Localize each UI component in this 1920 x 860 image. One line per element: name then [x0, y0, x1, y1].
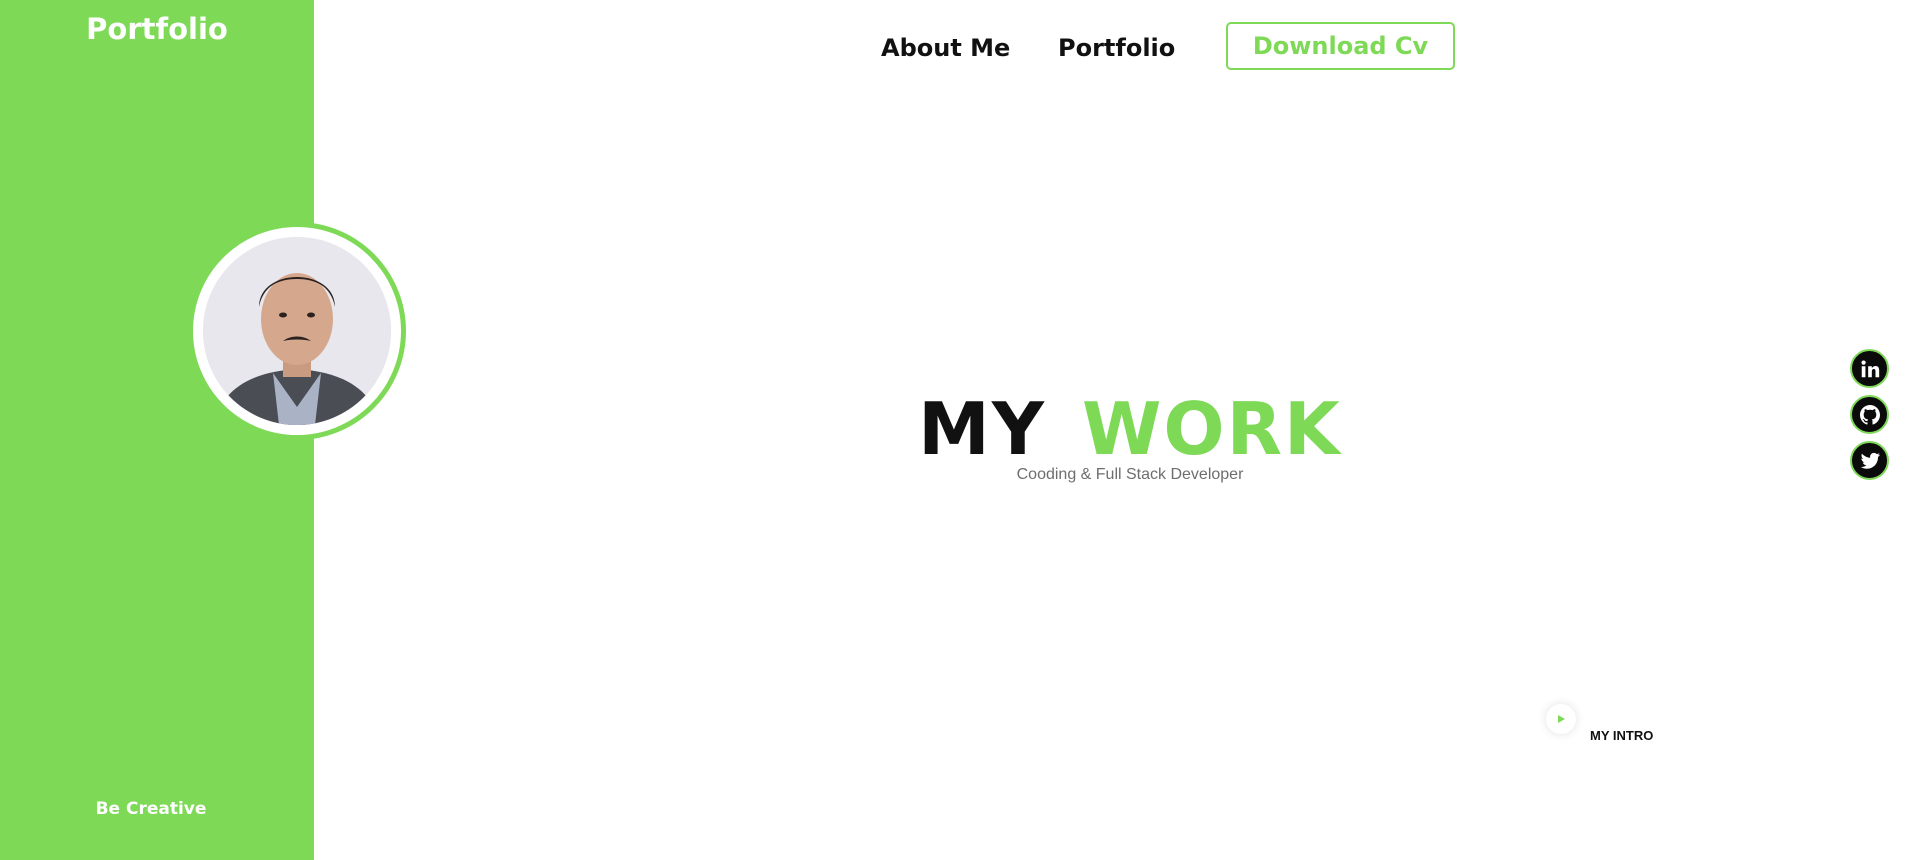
nav-about-me[interactable]: About Me	[881, 34, 1010, 62]
profile-avatar-frame	[188, 222, 406, 440]
github-icon[interactable]	[1850, 395, 1889, 434]
linkedin-icon[interactable]	[1850, 349, 1889, 388]
nav-portfolio[interactable]: Portfolio	[1058, 34, 1175, 62]
page: Portfolio Be Creative About Me Portfolio…	[0, 0, 1920, 860]
profile-avatar	[203, 237, 391, 425]
hero: MY WORK Cooding & Full Stack Developer	[900, 384, 1360, 484]
social-links	[1850, 349, 1890, 487]
tagline: Be Creative	[95, 799, 207, 819]
hero-title: MY WORK	[900, 384, 1360, 474]
hero-title-word-1: MY	[918, 387, 1046, 471]
download-cv-button[interactable]: Download Cv	[1226, 22, 1455, 70]
hero-title-word-2: WORK	[1081, 387, 1342, 471]
play-icon[interactable]	[1546, 704, 1576, 734]
my-intro-label[interactable]: MY INTRO	[1590, 728, 1653, 743]
top-nav: About Me Portfolio Download Cv	[0, 22, 1920, 72]
twitter-icon[interactable]	[1850, 441, 1889, 480]
